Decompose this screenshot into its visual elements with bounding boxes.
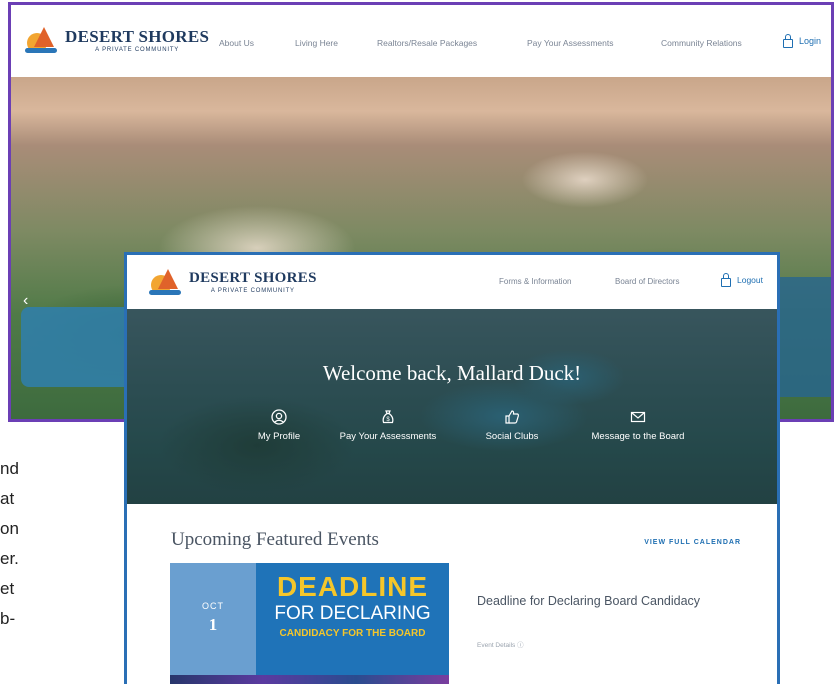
login-link[interactable]: Login [782, 33, 821, 48]
nav-about-us[interactable]: About Us [219, 38, 254, 48]
banner-line-3: CANDIDACY FOR THE BOARD [279, 628, 426, 639]
login-label: Login [798, 36, 821, 46]
site-header: DESERT SHORES A PRIVATE COMMUNITY About … [11, 5, 831, 77]
event-date-box: OCT 1 [170, 563, 256, 675]
nav-pay-assessments[interactable]: Pay Your Assessments [527, 38, 613, 48]
portal-hero: Welcome back, Mallard Duck! My Profile $… [127, 309, 777, 504]
text-line: et [0, 579, 15, 598]
lock-icon [721, 272, 731, 287]
text-line: er. [0, 549, 19, 568]
quick-action-label: My Profile [257, 431, 301, 442]
event-banner-image[interactable]: DEADLINE FOR DECLARING CANDIDACY FOR THE… [256, 563, 449, 675]
quick-action-label: Pay Your Assessments [339, 431, 437, 442]
view-full-calendar-link[interactable]: VIEW FULL CALENDAR [644, 539, 741, 546]
logout-label: Logout [737, 275, 763, 285]
banner-line-2: FOR DECLARING [274, 603, 431, 624]
member-portal-window: DESERT SHORES A PRIVATE COMMUNITY Forms … [124, 252, 780, 684]
site-logo[interactable]: DESERT SHORES A PRIVATE COMMUNITY [25, 27, 209, 53]
logo-subtitle: A PRIVATE COMMUNITY [210, 287, 295, 294]
event-month: OCT [202, 601, 224, 611]
text-line: on [0, 519, 19, 538]
logo-subtitle: A PRIVATE COMMUNITY [95, 46, 180, 53]
portal-header: DESERT SHORES A PRIVATE COMMUNITY Forms … [127, 255, 777, 309]
lake-area [771, 277, 831, 397]
nav-living-here[interactable]: Living Here [295, 38, 338, 48]
banner-line-1: DEADLINE [276, 571, 429, 602]
event-day: 1 [208, 615, 218, 634]
events-heading: Upcoming Featured Events [171, 529, 379, 550]
next-event-image-strip[interactable] [170, 675, 449, 684]
nav-realtors-resale[interactable]: Realtors/Resale Packages [377, 38, 477, 48]
quick-action-label: Social Clubs [485, 431, 539, 442]
envelope-icon [630, 411, 646, 423]
text-line: b- [0, 609, 16, 628]
events-section: Upcoming Featured Events VIEW FULL CALEN… [127, 504, 777, 684]
quick-action-social-clubs[interactable]: Social Clubs [477, 409, 547, 442]
quick-action-my-profile[interactable]: My Profile [239, 409, 319, 442]
text-line: nd [0, 459, 19, 478]
quick-action-message-board[interactable]: Message to the Board [575, 409, 701, 442]
carousel-prev-icon[interactable]: ‹ [23, 292, 28, 310]
thumbs-up-icon [505, 410, 519, 424]
sailboat-logo-icon [25, 27, 59, 53]
event-details-link[interactable]: Event Details ⓘ [477, 639, 524, 649]
nav-community-relations[interactable]: Community Relations [661, 38, 742, 48]
nav-board-of-directors[interactable]: Board of Directors [615, 277, 679, 286]
nav-forms-information[interactable]: Forms & Information [499, 277, 571, 286]
profile-icon [271, 409, 287, 425]
money-bag-icon: $ [382, 410, 394, 424]
quick-action-pay-assessments[interactable]: $ Pay Your Assessments [323, 409, 453, 442]
sailboat-logo-icon [149, 269, 183, 295]
lock-icon [782, 33, 793, 48]
logo-title: DESERT SHORES [65, 26, 210, 46]
event-title-link[interactable]: Deadline for Declaring Board Candidacy [477, 592, 707, 611]
pool-area [21, 307, 141, 387]
body-text-fragment: nd at on er. et b- [0, 454, 30, 634]
logout-link[interactable]: Logout [721, 272, 763, 287]
portal-logo[interactable]: DESERT SHORES A PRIVATE COMMUNITY [149, 269, 317, 295]
quick-action-label: Message to the Board [591, 431, 685, 442]
welcome-heading: Welcome back, Mallard Duck! [322, 361, 582, 385]
text-line: at [0, 489, 15, 508]
logo-title: DESERT SHORES [189, 269, 317, 286]
